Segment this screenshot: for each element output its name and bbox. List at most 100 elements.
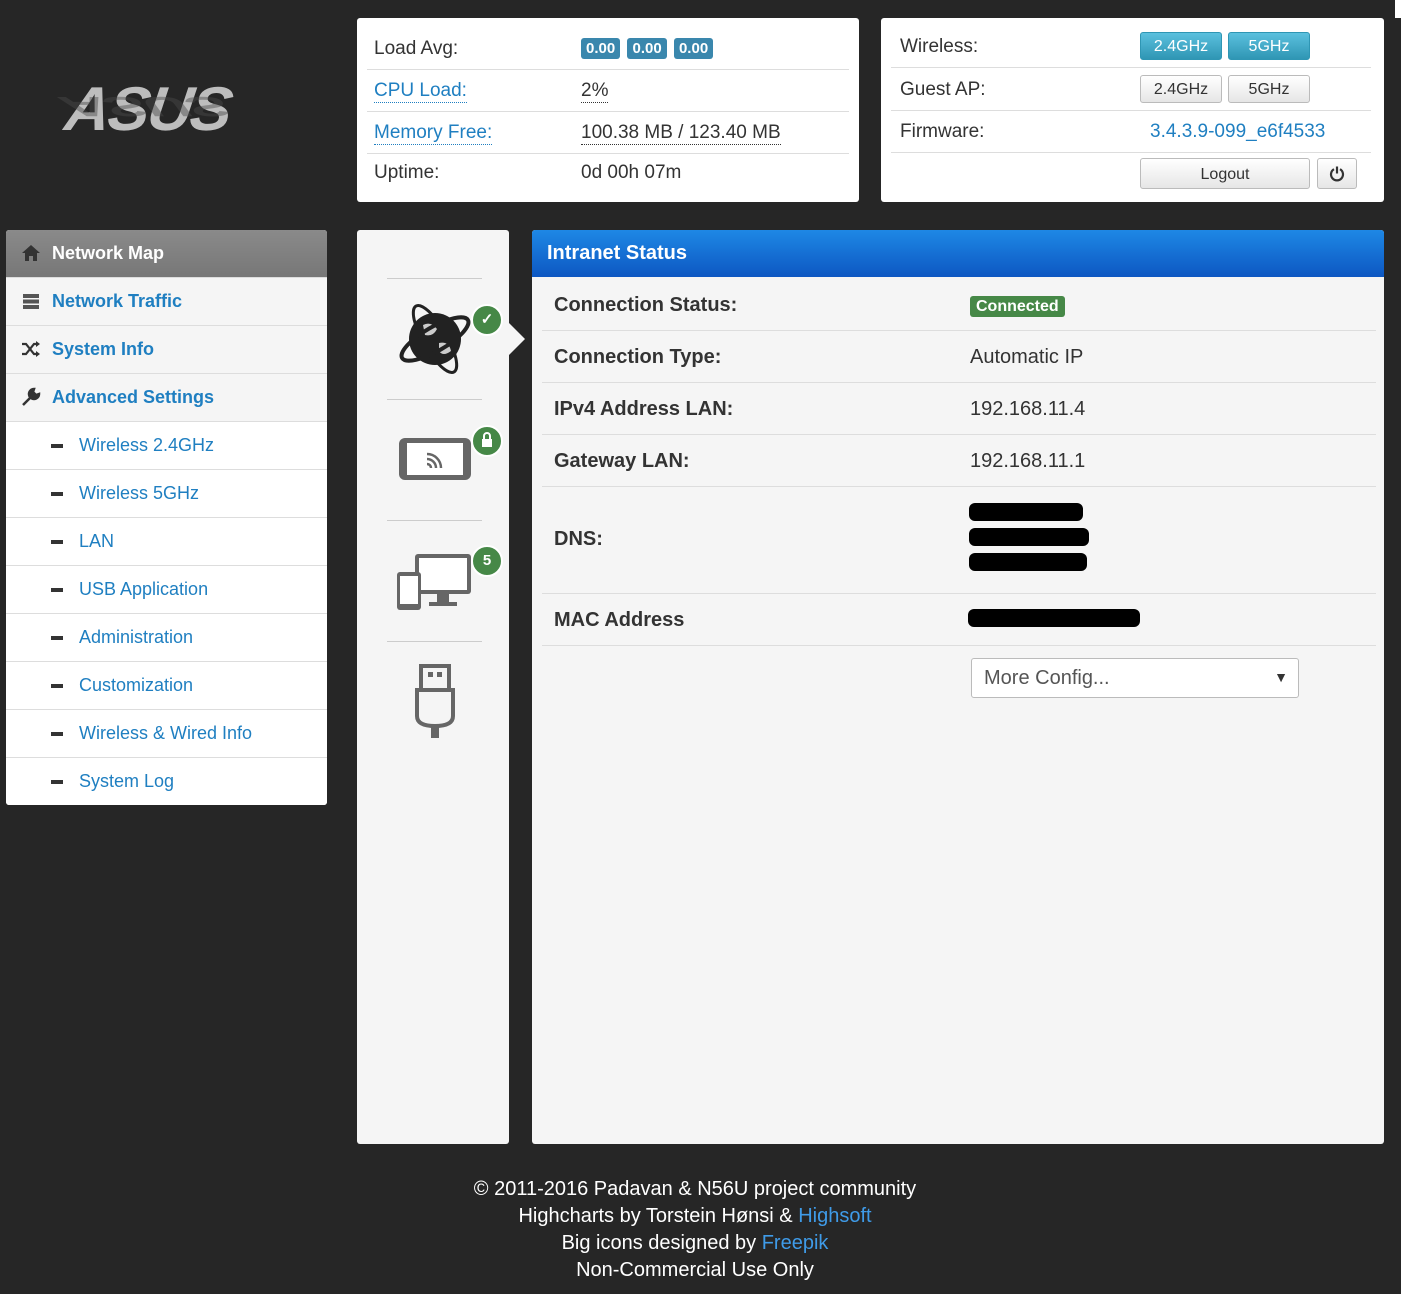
menu-wireless-24[interactable]: Wireless 2.4GHz: [6, 422, 327, 470]
dash-icon: [51, 780, 63, 784]
menu-network-map[interactable]: Network Map: [6, 230, 327, 278]
router-wifi-icon[interactable]: [393, 418, 477, 502]
logout-button[interactable]: Logout: [1140, 158, 1310, 189]
ipv4-row: IPv4 Address LAN: 192.168.11.4: [542, 383, 1376, 435]
wireless-24-button[interactable]: 2.4GHz: [1140, 32, 1222, 60]
side-menu: Network Map Network Traffic System Info …: [6, 230, 327, 805]
connected-badge: Connected: [970, 296, 1065, 317]
cpu-load-value: 2%: [581, 80, 609, 103]
menu-advanced-settings[interactable]: Advanced Settings: [6, 374, 327, 422]
menu-custom-label: Customization: [79, 675, 194, 695]
power-icon: [1329, 166, 1345, 182]
system-status-panel: Load Avg: 0.00 0.00 0.00 CPU Load: 2% Me…: [357, 18, 859, 202]
connection-type-value: Automatic IP: [970, 346, 1084, 368]
check-icon: ✓: [471, 304, 503, 336]
device-info-panel: Wireless: 2.4GHz 5GHz Guest AP: 2.4GHz 5…: [881, 18, 1384, 202]
menu-system-info-label: System Info: [52, 339, 155, 359]
load-avg-label: Load Avg:: [374, 38, 459, 59]
menu-customization[interactable]: Customization: [6, 662, 327, 710]
dash-icon: [51, 684, 63, 688]
mac-row: MAC Address: [542, 594, 1376, 646]
load-avg-15: 0.00: [673, 38, 714, 59]
dash-icon: [51, 540, 63, 544]
dns-redaction-3: [969, 553, 1087, 571]
menu-wireless-5-label: Wireless 5GHz: [79, 483, 200, 503]
network-map-icons: ✓ 5: [357, 230, 509, 1144]
menu-network-map-label: Network Map: [52, 243, 165, 263]
intranet-status-title: Intranet Status: [532, 230, 1384, 277]
home-icon: [22, 245, 40, 261]
gateway-row: Gateway LAN: 192.168.11.1: [542, 435, 1376, 487]
asus-logo: ASUS ASUS: [56, 75, 236, 144]
guest-5-button[interactable]: 5GHz: [1228, 75, 1310, 103]
dns-redaction-2: [969, 528, 1089, 546]
uptime-value: 0d 00h 07m: [581, 162, 682, 183]
menu-syslog-label: System Log: [79, 771, 175, 791]
cpu-row: CPU Load: 2%: [367, 70, 849, 112]
mac-label: MAC Address: [554, 609, 685, 631]
dns-redaction-1: [969, 503, 1083, 521]
clients-count-badge: 5: [471, 545, 503, 577]
footer-icons-credit: Big icons designed by Freepik: [357, 1230, 1033, 1257]
more-config-value: More Config...: [984, 667, 1110, 689]
gateway-value: 192.168.11.1: [970, 450, 1086, 472]
freepik-link[interactable]: Freepik: [762, 1232, 829, 1254]
uptime-label: Uptime:: [374, 162, 440, 183]
dash-icon: [51, 636, 63, 640]
cpu-load-link[interactable]: CPU Load:: [374, 80, 467, 103]
footer-highcharts: Highcharts by Torstein Hønsi & Highsoft: [357, 1203, 1033, 1230]
menu-wired-info-label: Wireless & Wired Info: [79, 723, 253, 743]
scrollbar-edge[interactable]: [1395, 0, 1401, 18]
load-avg-1: 0.00: [581, 38, 621, 59]
menu-wireless-24-label: Wireless 2.4GHz: [79, 435, 215, 455]
dash-icon: [51, 492, 63, 496]
footer-icons-text: Big icons designed by: [561, 1232, 762, 1254]
dash-icon: [51, 732, 63, 736]
memory-free-link[interactable]: Memory Free:: [374, 122, 493, 145]
selection-arrow-icon: [509, 323, 525, 355]
mac-redaction: [968, 609, 1140, 627]
menu-system-log[interactable]: System Log: [6, 758, 327, 805]
firmware-link[interactable]: 3.4.3.9-099_e6f4533: [1150, 121, 1325, 143]
footer: © 2011-2016 Padavan & N56U project commu…: [357, 1176, 1033, 1284]
firmware-row: Firmware: 3.4.3.9-099_e6f4533: [891, 111, 1371, 153]
menu-wireless-5[interactable]: Wireless 5GHz: [6, 470, 327, 518]
globe-internet-icon[interactable]: [393, 295, 477, 379]
connection-status-row: Connection Status: Connected: [542, 277, 1376, 331]
load-avg-values: 0.00 0.00 0.00: [581, 37, 715, 59]
dns-row: DNS:: [542, 487, 1376, 594]
menu-lan[interactable]: LAN: [6, 518, 327, 566]
more-config-select[interactable]: More Config... ▼: [971, 658, 1299, 698]
menu-usb-label: USB Application: [79, 579, 209, 599]
menu-network-traffic[interactable]: Network Traffic: [6, 278, 327, 326]
wireless-5-button[interactable]: 5GHz: [1228, 32, 1310, 60]
connection-status-label: Connection Status:: [554, 294, 738, 316]
menu-administration[interactable]: Administration: [6, 614, 327, 662]
power-button[interactable]: [1317, 158, 1357, 189]
guest-24-button[interactable]: 2.4GHz: [1140, 75, 1222, 103]
memory-free-value: 100.38 MB / 123.40 MB: [581, 122, 781, 145]
usb-icon[interactable]: [393, 660, 477, 744]
dns-label: DNS:: [554, 528, 603, 550]
shuffle-icon: [22, 341, 40, 357]
menu-advanced-settings-label: Advanced Settings: [52, 387, 215, 407]
menu-wireless-wired-info[interactable]: Wireless & Wired Info: [6, 710, 327, 758]
gateway-label: Gateway LAN:: [554, 450, 690, 472]
wrench-icon: [22, 387, 41, 406]
menu-network-traffic-label: Network Traffic: [52, 291, 183, 311]
menu-usb-application[interactable]: USB Application: [6, 566, 327, 614]
intranet-status-panel: Intranet Status Connection Status: Conne…: [532, 230, 1384, 1144]
menu-admin-label: Administration: [79, 627, 194, 647]
caret-down-icon: ▼: [1274, 669, 1288, 685]
server-icon: [23, 294, 39, 309]
dash-icon: [51, 588, 63, 592]
menu-system-info[interactable]: System Info: [6, 326, 327, 374]
guest-ap-label: Guest AP:: [900, 79, 986, 100]
wireless-row: Wireless: 2.4GHz 5GHz: [891, 26, 1371, 68]
highsoft-link[interactable]: Highsoft: [798, 1205, 871, 1227]
ipv4-label: IPv4 Address LAN:: [554, 398, 734, 420]
clients-devices-icon[interactable]: [393, 540, 477, 624]
footer-license: Non-Commercial Use Only: [576, 1259, 814, 1281]
ipv4-value: 192.168.11.4: [970, 398, 1086, 420]
uptime-row: Uptime: 0d 00h 07m: [367, 152, 849, 193]
